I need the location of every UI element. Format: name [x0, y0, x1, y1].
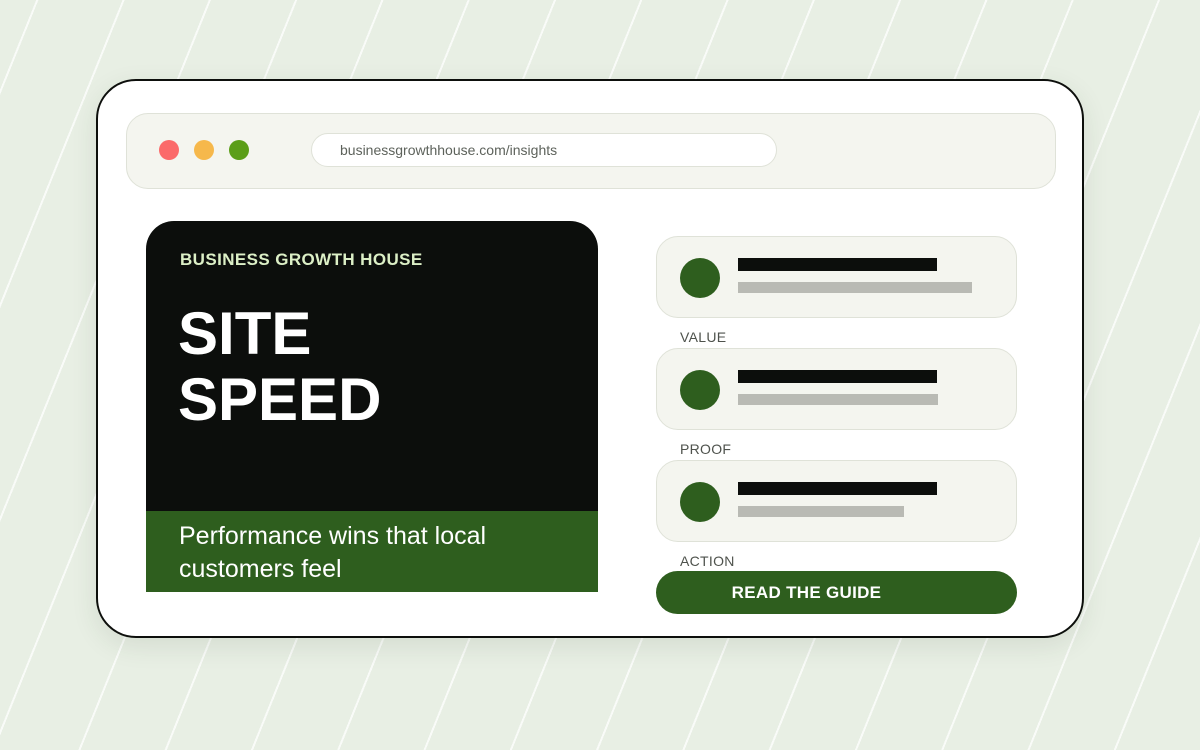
step-label-proof: PROOF: [680, 441, 732, 457]
hero-card: BUSINESS GROWTH HOUSE SITE SPEED Perform…: [146, 221, 598, 592]
placeholder-heading-bar: [738, 258, 937, 271]
placeholder-text-bar: [738, 282, 972, 293]
hero-subtitle: Performance wins that local customers fe…: [179, 522, 487, 583]
browser-window: businessgrowthhouse.com/insights BUSINES…: [96, 79, 1084, 638]
green-circle-icon: [680, 258, 720, 298]
step-card-value: [656, 236, 1017, 318]
green-circle-icon: [680, 370, 720, 410]
hero-title: SITE SPEED: [178, 301, 558, 433]
read-guide-button[interactable]: READ THE GUIDE: [656, 571, 1017, 614]
minimize-window-dot-icon[interactable]: [194, 140, 214, 160]
read-guide-button-label: READ THE GUIDE: [731, 582, 882, 602]
placeholder-text-bar: [738, 394, 938, 405]
step-card-proof: [656, 348, 1017, 430]
green-circle-icon: [680, 482, 720, 522]
address-bar[interactable]: businessgrowthhouse.com/insights: [311, 133, 777, 167]
step-label-value: VALUE: [680, 329, 727, 345]
step-card-action: [656, 460, 1017, 542]
brand-name: BUSINESS GROWTH HOUSE: [180, 250, 423, 269]
placeholder-text-bar: [738, 506, 904, 517]
placeholder-heading-bar: [738, 482, 937, 495]
close-window-dot-icon[interactable]: [159, 140, 179, 160]
browser-toolbar: businessgrowthhouse.com/insights: [126, 113, 1056, 189]
hero-title-line: SITE: [178, 300, 312, 367]
step-label-action: ACTION: [680, 553, 735, 569]
placeholder-heading-bar: [738, 370, 937, 383]
hero-title-line: SPEED: [178, 366, 382, 433]
maximize-window-dot-icon[interactable]: [229, 140, 249, 160]
hero-subtitle-band: Performance wins that local customers fe…: [146, 511, 598, 592]
